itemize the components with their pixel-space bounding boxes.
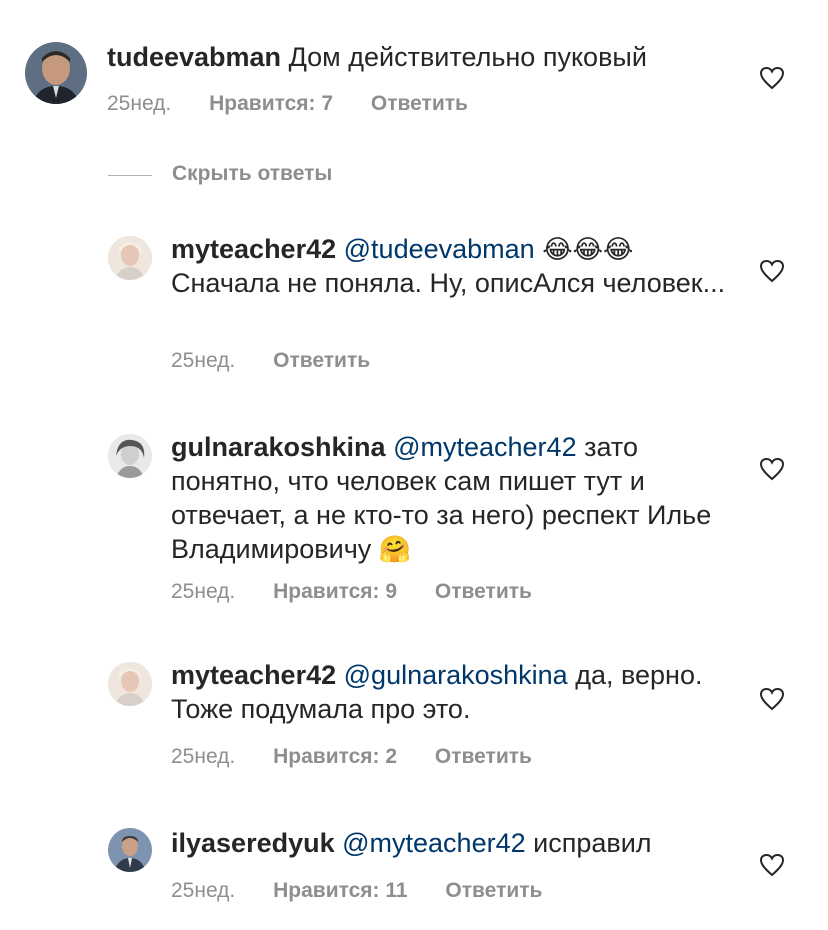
- timestamp: 25нед.: [171, 879, 236, 902]
- comment-meta: 25нед. Нравится: 9 Ответить: [171, 580, 564, 604]
- avatar[interactable]: [108, 828, 152, 872]
- avatar[interactable]: [25, 42, 87, 104]
- heart-icon[interactable]: [759, 66, 785, 90]
- likes-count[interactable]: Нравится: 11: [273, 879, 407, 902]
- comment-text: gulnarakoshkina @myteacher42 зато понятн…: [171, 430, 731, 566]
- comment-meta: 25нед. Нравится: 11 Ответить: [171, 879, 574, 903]
- avatar[interactable]: [108, 434, 152, 478]
- reply-button[interactable]: Ответить: [273, 349, 370, 372]
- comment-body: Дом действительно пуковый: [288, 42, 647, 72]
- emoji: 😂😂😂: [542, 234, 634, 264]
- comment-meta: 25нед. Ответить: [171, 349, 402, 373]
- mention-link[interactable]: @myteacher42: [342, 828, 526, 858]
- comment-text: myteacher42 @tudeevabman 😂😂😂 Сначала не …: [171, 232, 731, 300]
- comment-meta: 25нед. Нравится: 7 Ответить: [107, 92, 500, 116]
- timestamp: 25нед.: [171, 580, 236, 603]
- timestamp: 25нед.: [107, 92, 172, 115]
- heart-icon[interactable]: [759, 259, 785, 283]
- comment-text: tudeevabman Дом действительно пуковый: [107, 40, 727, 74]
- comment-text: myteacher42 @gulnarakoshkina да, верно. …: [171, 658, 731, 726]
- username[interactable]: tudeevabman: [107, 42, 281, 72]
- comment-meta: 25нед. Нравится: 2 Ответить: [171, 745, 564, 769]
- reply-button[interactable]: Ответить: [371, 92, 468, 115]
- username[interactable]: ilyaseredyuk: [171, 828, 335, 858]
- avatar[interactable]: [108, 662, 152, 706]
- likes-count[interactable]: Нравится: 7: [209, 92, 333, 115]
- reply-button[interactable]: Ответить: [435, 580, 532, 603]
- comment-body: Сначала не поняла. Ну, описАлся человек.…: [171, 268, 726, 298]
- timestamp: 25нед.: [171, 349, 236, 372]
- mention-link[interactable]: @myteacher42: [393, 432, 577, 462]
- comment-text: ilyaseredyuk @myteacher42 исправил: [171, 826, 731, 860]
- username[interactable]: gulnarakoshkina: [171, 432, 386, 462]
- likes-count[interactable]: Нравится: 9: [273, 580, 397, 603]
- username[interactable]: myteacher42: [171, 660, 336, 690]
- heart-icon[interactable]: [759, 457, 785, 481]
- reply-button[interactable]: Ответить: [445, 879, 542, 902]
- comment-body: исправил: [533, 828, 652, 858]
- timestamp: 25нед.: [171, 745, 236, 768]
- mention-link[interactable]: @tudeevabman: [344, 234, 535, 264]
- avatar[interactable]: [108, 236, 152, 280]
- hide-replies-button[interactable]: Скрыть ответы: [172, 162, 332, 186]
- reply-button[interactable]: Ответить: [435, 745, 532, 768]
- heart-icon[interactable]: [759, 687, 785, 711]
- mention-link[interactable]: @gulnarakoshkina: [344, 660, 568, 690]
- likes-count[interactable]: Нравится: 2: [273, 745, 397, 768]
- divider: [108, 175, 152, 176]
- emoji: 🤗: [378, 534, 412, 564]
- heart-icon[interactable]: [759, 853, 785, 877]
- username[interactable]: myteacher42: [171, 234, 336, 264]
